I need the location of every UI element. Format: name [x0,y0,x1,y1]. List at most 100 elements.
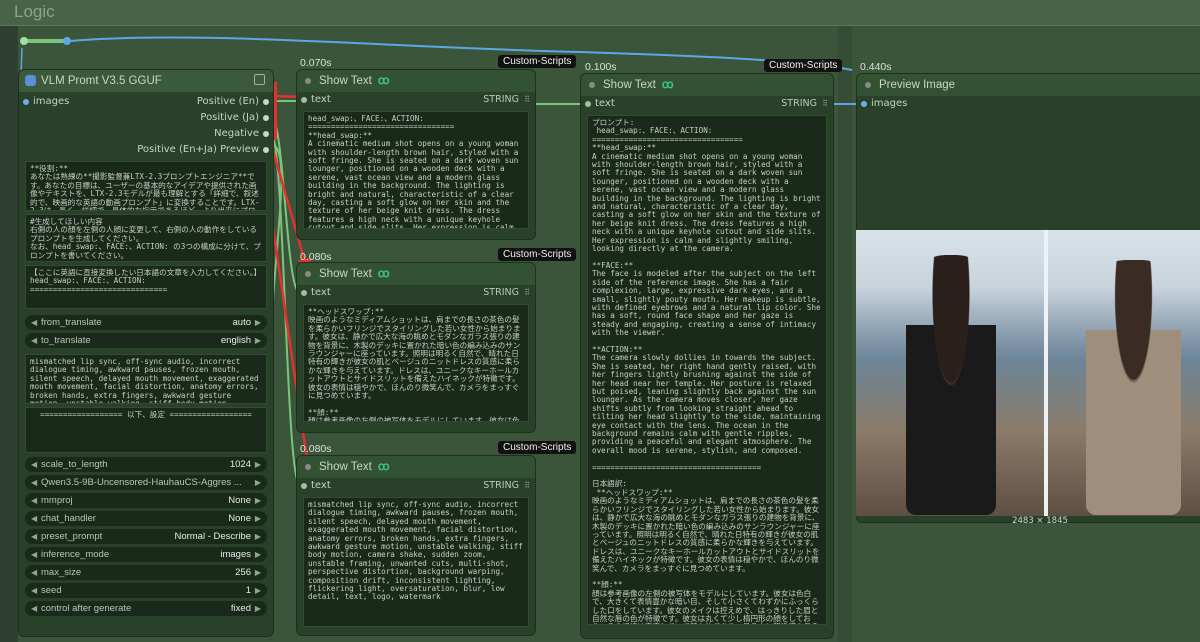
arrow-right-icon[interactable]: ▶ [255,601,261,616]
preview-image[interactable] [856,230,1200,516]
arrow-left-icon[interactable]: ◀ [31,583,37,598]
input-slot-dot[interactable] [301,97,307,103]
arrow-left-icon[interactable]: ◀ [31,601,37,616]
arrow-left-icon[interactable]: ◀ [31,565,37,580]
vlm-output-negative[interactable]: Negative [19,126,273,142]
vlm-widget-1[interactable]: ◀ Qwen3.5-9B-Uncensored-HauhauCS-Aggres .… [25,475,267,490]
widget-label: scale_to_length [41,459,108,470]
output-slot-dot[interactable] [263,147,269,153]
show3-textarea[interactable]: mismatched lip sync, off-sync audio, inc… [303,497,529,627]
grip-icon[interactable]: ⠿ [524,285,530,301]
input-slot-dot[interactable] [585,101,591,107]
arrow-right-icon[interactable]: ▶ [255,565,261,580]
grip-icon[interactable]: ⠿ [524,92,530,108]
system-prompt-textarea[interactable]: **役割:** あなたは熟練の**撮影監督兼LTX-2.3プロンプトエンジニア*… [25,161,267,211]
show4-badge: Custom-Scripts [764,59,843,72]
show2-textarea[interactable]: **ヘッドスワップ:** 映画のようなミディアムショットは、肩までの長さの茶色の… [303,304,529,422]
to-translate-combo[interactable]: ◀ to_translate english ▶ [25,333,267,348]
show-text-node-4[interactable]: Show Text ꝏ text STRING ⠿ プロンプト: head_swa… [580,73,834,639]
translate-textarea[interactable]: 【ここに英語に直接変換したい日本語の文章を入力してください。】 head_swa… [25,265,267,309]
grip-icon[interactable]: ⠿ [822,96,828,112]
show4-title-bar[interactable]: Show Text ꝏ [581,74,833,96]
vlm-node-title-bar[interactable]: VLM Promt V3.5 GGUF [19,70,273,92]
settings-divider-textarea[interactable]: ================== 以下、設定 ===============… [25,407,267,453]
show3-title-bar[interactable]: Show Text ꝏ [297,456,535,478]
arrow-left-icon[interactable]: ◀ [31,547,37,562]
arrow-right-icon[interactable]: ▶ [255,315,261,330]
widget-label: Qwen3.5-9B-Uncensored-HauhauCS-Aggres ..… [41,477,242,488]
vlm-widget-4[interactable]: ◀ preset_prompt Normal - Describe ▶ [25,529,267,544]
show-text-node-1[interactable]: Show Text ꝏ text STRING ⠿ head_swap:、FACE… [296,69,536,240]
arrow-left-icon[interactable]: ◀ [31,475,37,490]
user-prompt-textarea[interactable]: #生成してほしい内容 右側の人の顔を左側の人顔に変更して、右側の人の動作をしてい… [25,214,267,262]
vlm-input-images[interactable]: images Positive (En) [19,94,273,110]
arrow-left-icon[interactable]: ◀ [31,333,37,348]
arrow-right-icon[interactable]: ▶ [255,457,261,472]
arrow-left-icon[interactable]: ◀ [31,315,37,330]
vlm-node[interactable]: VLM Promt V3.5 GGUF images Positive (En)… [18,69,274,637]
canvas-left-panel [0,26,18,642]
input-slot-dot[interactable] [301,290,307,296]
widget-label: seed [41,585,62,596]
vlm-widget-6[interactable]: ◀ max_size 256 ▶ [25,565,267,580]
input-label: text [311,94,331,105]
show-text-node-3[interactable]: Show Text ꝏ text STRING ⠿ mismatched lip … [296,455,536,636]
vlm-widget-3[interactable]: ◀ chat_handler None ▶ [25,511,267,526]
widget-label: chat_handler [41,513,96,524]
vlm-widget-2[interactable]: ◀ mmproj None ▶ [25,493,267,508]
arrow-left-icon[interactable]: ◀ [31,457,37,472]
show4-textarea[interactable]: プロンプト: head_swap:、FACE:、ACTION: ========… [587,115,827,625]
output-slot-dot[interactable] [263,99,269,105]
arrow-right-icon[interactable]: ▶ [255,511,261,526]
canvas-strip [838,26,852,642]
arrow-right-icon[interactable]: ▶ [255,529,261,544]
preview-title-bar[interactable]: Preview Image [857,74,1200,96]
from-translate-combo[interactable]: ◀ from_translate auto ▶ [25,315,267,330]
input-slot-dot[interactable] [301,483,307,489]
widget-label: max_size [41,567,82,578]
vlm-widget-5[interactable]: ◀ inference_mode images ▶ [25,547,267,562]
vlm-widget-8[interactable]: ◀ control after generate fixed ▶ [25,601,267,616]
arrow-left-icon[interactable]: ◀ [31,529,37,544]
arrow-right-icon[interactable]: ▶ [255,333,261,348]
arrow-right-icon[interactable]: ▶ [255,547,261,562]
preview-input-row[interactable]: images [857,96,1200,112]
output-slot-dot[interactable] [263,131,269,137]
output-slot-dot[interactable] [263,115,269,121]
input-label: text [311,287,331,298]
show3-input-row[interactable]: text STRING ⠿ [297,478,535,494]
input-label: text [311,480,331,491]
type-label: STRING [483,480,519,491]
vlm-widget-7[interactable]: ◀ seed 1 ▶ [25,583,267,598]
show1-input-row[interactable]: text STRING ⠿ [297,92,535,108]
arrow-left-icon[interactable]: ◀ [31,511,37,526]
group-band[interactable]: Logic [0,0,1200,26]
arrow-left-icon[interactable]: ◀ [31,493,37,508]
show4-input-row[interactable]: text STRING ⠿ [581,96,833,112]
input-slot-dot[interactable] [23,99,29,105]
show2-title: Show Text [319,268,372,280]
widget-label: preset_prompt [41,531,103,542]
arrow-right-icon[interactable]: ▶ [255,583,261,598]
negative-textarea[interactable]: mismatched lip sync, off-sync audio, inc… [25,354,267,404]
show2-badge: Custom-Scripts [498,248,577,261]
grip-icon[interactable]: ⠿ [524,478,530,494]
show2-input-row[interactable]: text STRING ⠿ [297,285,535,301]
input-slot-dot[interactable] [861,101,867,107]
person-right-image [1086,260,1181,515]
show1-title-bar[interactable]: Show Text ꝏ [297,70,535,92]
widget-value: 256 [235,567,251,578]
python-icon: ꝏ [377,75,390,87]
show1-textarea[interactable]: head_swap:、FACE:、ACTION: ===============… [303,111,529,229]
show2-title-bar[interactable]: Show Text ꝏ [297,263,535,285]
show-text-node-2[interactable]: Show Text ꝏ text STRING ⠿ **ヘッドスワップ:** 映画… [296,262,536,433]
vlm-output-preview[interactable]: Positive (En+Ja) Preview [19,142,273,158]
arrow-right-icon[interactable]: ▶ [255,493,261,508]
output-label-negative: Negative [214,128,259,139]
node-collapse-icon[interactable] [254,74,265,85]
show4-title: Show Text [603,79,656,91]
input-label: images [33,96,70,107]
arrow-right-icon[interactable]: ▶ [255,475,261,490]
vlm-widget-0[interactable]: ◀ scale_to_length 1024 ▶ [25,457,267,472]
vlm-output-positive-ja[interactable]: Positive (Ja) [19,110,273,126]
